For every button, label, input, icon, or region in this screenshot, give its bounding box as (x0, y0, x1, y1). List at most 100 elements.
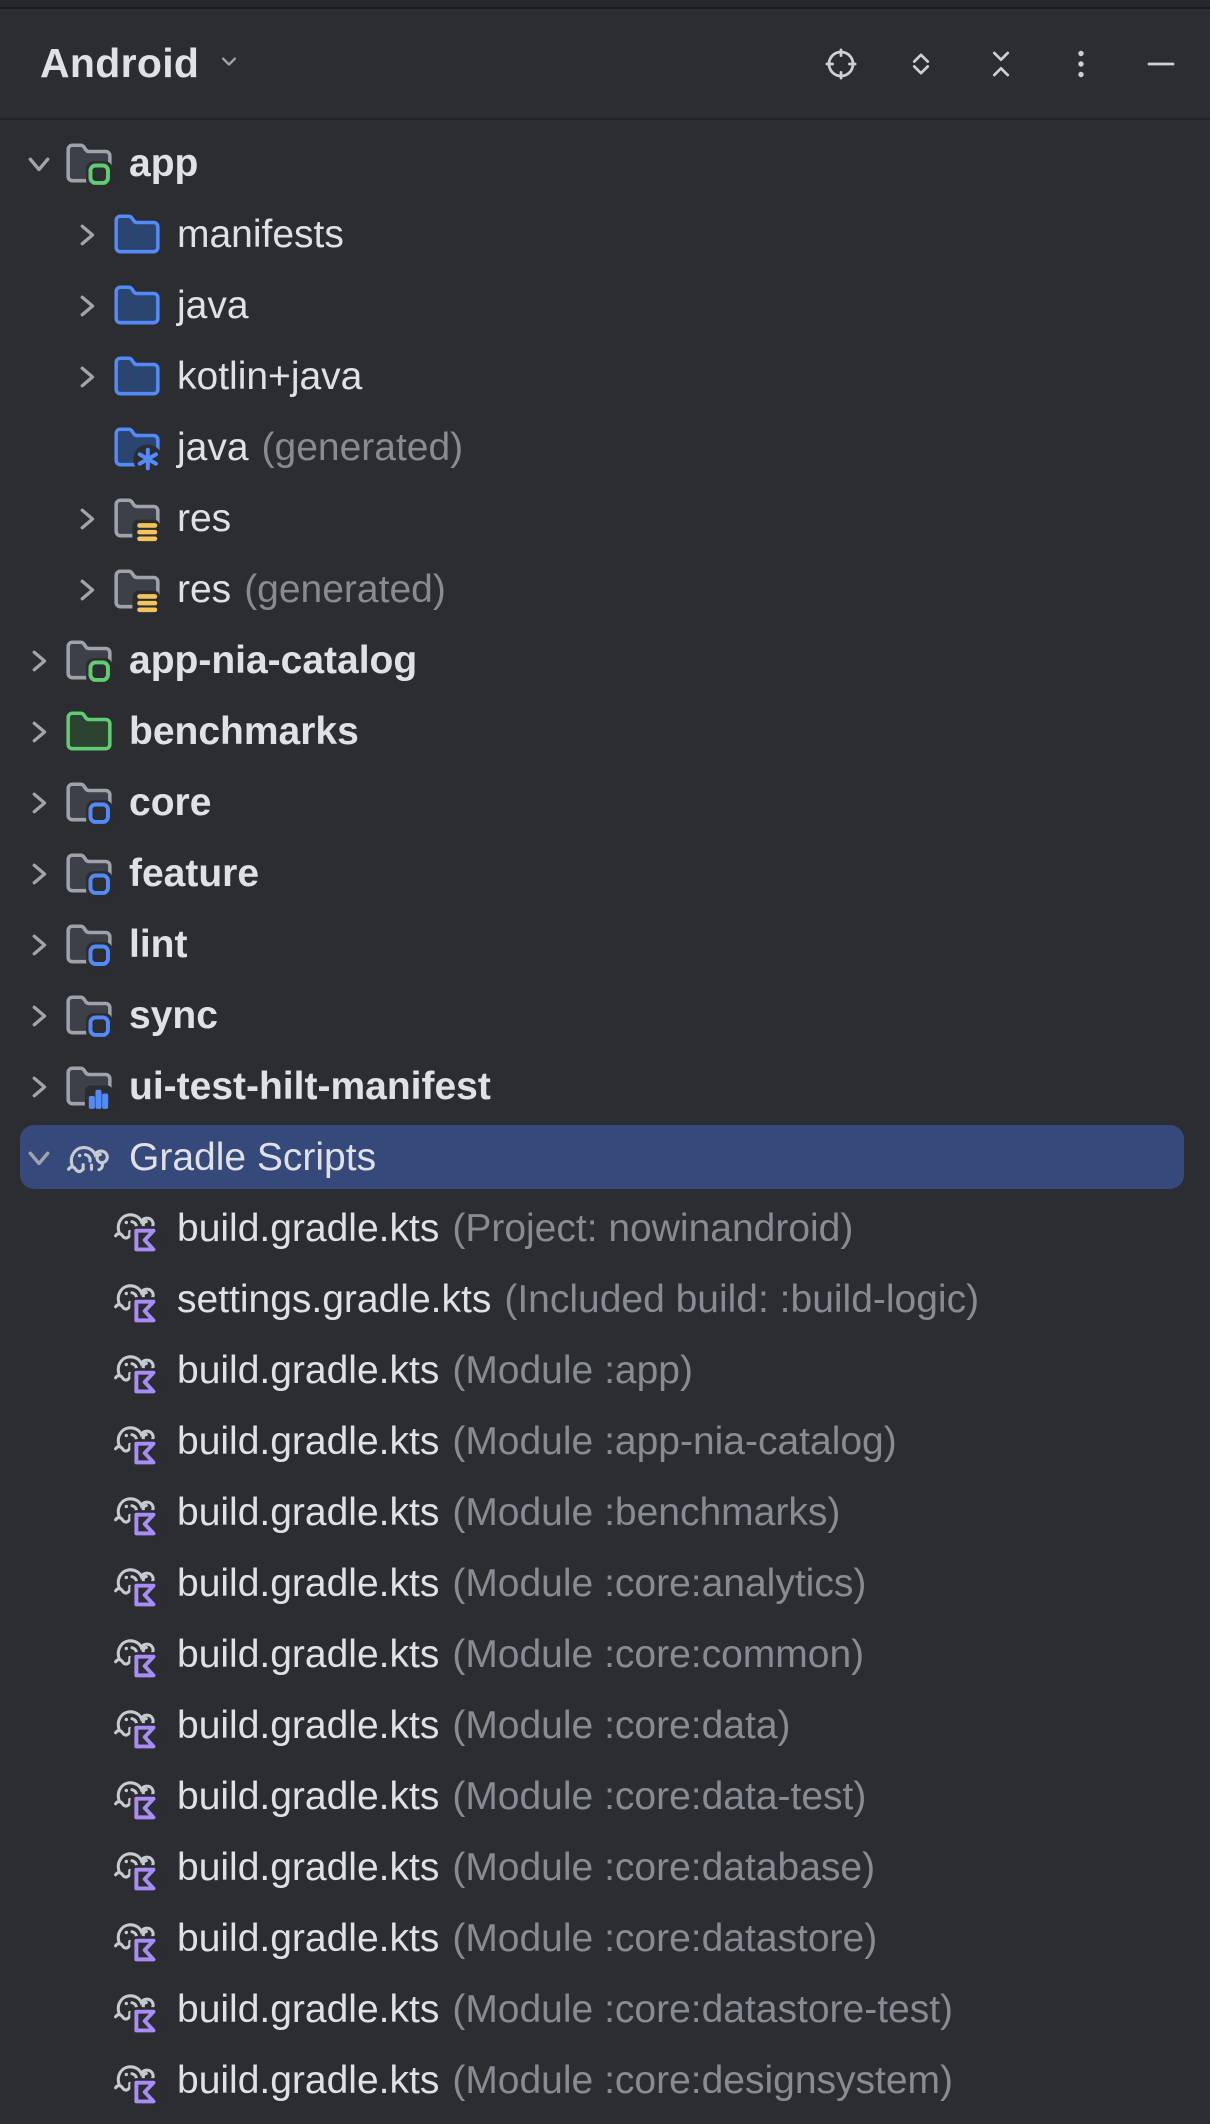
gradle-kts-icon (112, 1985, 162, 2035)
tree-item-label: build.gradle.kts (177, 1491, 439, 1535)
chevron-down-icon[interactable] (14, 139, 64, 189)
folder-blue-icon (112, 210, 162, 260)
indent-spacer (62, 1630, 112, 1680)
tree-row[interactable]: app-nia-catalog (0, 625, 1210, 696)
tree-item-qualifier: (Project: nowinandroid) (452, 1207, 853, 1251)
tree-row[interactable]: benchmarks (0, 696, 1210, 767)
tree-row[interactable]: build.gradle.kts (Project: nowinandroid) (0, 1193, 1210, 1264)
gradle-kts-icon (112, 2056, 162, 2106)
tool-window-header: Android (0, 9, 1210, 120)
tree-item-qualifier: (generated) (244, 568, 446, 612)
hide-panel-button[interactable] (1142, 45, 1180, 83)
chevron-right-icon[interactable] (14, 707, 64, 757)
tree-item-qualifier: (Module :core:designsystem) (452, 2059, 953, 2103)
tree-row[interactable]: res (generated) (0, 554, 1210, 625)
tree-row[interactable]: build.gradle.kts (Module :core:designsys… (0, 2045, 1210, 2116)
tree-item-qualifier: (Module :core:datastore) (452, 1917, 877, 1961)
chevron-right-icon[interactable] (62, 281, 112, 331)
tree-row[interactable]: feature (0, 838, 1210, 909)
tree-row[interactable]: lint (0, 909, 1210, 980)
view-selector-dropdown[interactable]: Android (40, 40, 243, 87)
chevron-right-icon[interactable] (62, 210, 112, 260)
tree-row[interactable]: build.gradle.kts (Module :core:database) (0, 1832, 1210, 1903)
tree-item-label: sync (129, 994, 218, 1038)
folder-res-icon (112, 565, 162, 615)
indent-spacer (62, 2056, 112, 2106)
indent-spacer (62, 1204, 112, 1254)
tree-row[interactable]: Gradle Scripts (0, 1122, 1210, 1193)
chevron-right-icon[interactable] (14, 1062, 64, 1112)
tree-row[interactable]: manifests (0, 199, 1210, 270)
tree-item-label: java (177, 426, 249, 470)
expand-all-button[interactable] (902, 45, 940, 83)
tree-item-label: app (129, 142, 198, 186)
tree-row[interactable]: build.gradle.kts (Module :core:common) (0, 1619, 1210, 1690)
gradle-kts-icon (112, 1843, 162, 1893)
module-folder-blue-icon (64, 849, 114, 899)
tree-row[interactable]: ui-test-hilt-manifest (0, 1051, 1210, 1122)
tree-row[interactable]: kotlin+java (0, 341, 1210, 412)
panel-top-edge (0, 0, 1210, 9)
tree-item-qualifier: (generated) (262, 426, 464, 470)
tree-item-qualifier: (Module :core:datastore-test) (452, 1988, 953, 2032)
chevron-down-icon (215, 47, 243, 80)
indent-spacer (62, 1488, 112, 1538)
tree-item-label: build.gradle.kts (177, 1420, 439, 1464)
tree-row[interactable]: core (0, 767, 1210, 838)
tree-row[interactable]: build.gradle.kts (Module :app) (0, 1335, 1210, 1406)
chevron-right-icon[interactable] (14, 849, 64, 899)
locate-file-button[interactable] (822, 45, 860, 83)
tree-item-label: build.gradle.kts (177, 2059, 439, 2103)
tree-row[interactable]: java (0, 270, 1210, 341)
tree-row[interactable]: res (0, 483, 1210, 554)
tree-row[interactable]: app (0, 128, 1210, 199)
gradle-kts-icon (112, 1914, 162, 1964)
indent-spacer (62, 1914, 112, 1964)
tree-item-label: manifests (177, 213, 344, 257)
chevron-right-icon[interactable] (62, 565, 112, 615)
tree-row[interactable]: build.gradle.kts (Module :core:data-test… (0, 1761, 1210, 1832)
chevron-right-icon[interactable] (14, 778, 64, 828)
tree-row[interactable]: build.gradle.kts (Module :core:data) (0, 1690, 1210, 1761)
module-folder-green-icon (64, 139, 114, 189)
gradle-icon (64, 1133, 114, 1183)
tree-row[interactable]: sync (0, 980, 1210, 1051)
more-options-button[interactable] (1062, 45, 1100, 83)
indent-spacer (62, 423, 112, 473)
tree-item-label: res (177, 497, 231, 541)
tree-row[interactable]: build.gradle.kts (Module :core:analytics… (0, 1548, 1210, 1619)
indent-spacer (62, 1417, 112, 1467)
tree-row[interactable]: build.gradle.kts (Module :core:datastore… (0, 1974, 1210, 2045)
tree-row[interactable]: build.gradle.kts (Module :core:datastore… (0, 1903, 1210, 1974)
minimize-icon (1143, 46, 1179, 82)
tree-row[interactable]: build.gradle.kts (Module :app-nia-catalo… (0, 1406, 1210, 1477)
tree-item-qualifier: (Included build: :build-logic) (504, 1278, 979, 1322)
gradle-kts-icon (112, 1204, 162, 1254)
project-tree: app manifests java (0, 120, 1210, 2116)
tree-row[interactable]: settings.gradle.kts (Included build: :bu… (0, 1264, 1210, 1335)
chevron-right-icon[interactable] (14, 636, 64, 686)
gradle-kts-icon (112, 1630, 162, 1680)
target-icon (823, 46, 859, 82)
chevron-down-icon[interactable] (14, 1133, 64, 1183)
gradle-kts-icon (112, 1559, 162, 1609)
module-folder-green-icon (64, 636, 114, 686)
indent-spacer (62, 1985, 112, 2035)
tree-row[interactable]: java (generated) (0, 412, 1210, 483)
chevron-right-icon[interactable] (62, 352, 112, 402)
indent-spacer (62, 1559, 112, 1609)
tree-row[interactable]: build.gradle.kts (Module :benchmarks) (0, 1477, 1210, 1548)
tree-item-label: Gradle Scripts (129, 1136, 376, 1180)
chevron-right-icon[interactable] (62, 494, 112, 544)
tree-item-label: res (177, 568, 231, 612)
indent-spacer (62, 1701, 112, 1751)
collapse-all-button[interactable] (982, 45, 1020, 83)
chevron-right-icon[interactable] (14, 991, 64, 1041)
gradle-kts-icon (112, 1488, 162, 1538)
gradle-kts-icon (112, 1772, 162, 1822)
chevron-right-icon[interactable] (14, 920, 64, 970)
tree-item-label: app-nia-catalog (129, 639, 417, 683)
folder-blue-icon (112, 281, 162, 331)
folder-green-icon (64, 707, 114, 757)
tree-item-label: build.gradle.kts (177, 1704, 439, 1748)
